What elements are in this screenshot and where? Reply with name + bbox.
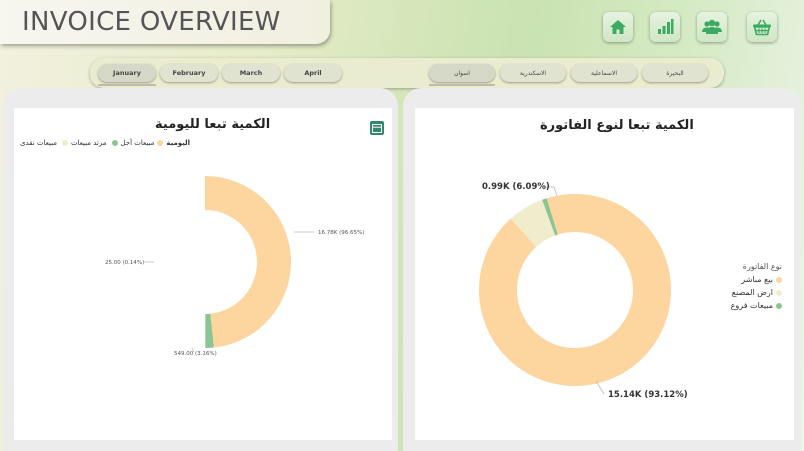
legend-item: مبيعات فروع <box>726 301 782 310</box>
right-chart-legend: نوع الفاتورة بيع مباشر ارض المصنع مبيعات… <box>726 262 782 310</box>
legend-swatch <box>776 289 782 296</box>
legend-item: ارض المصنع <box>726 288 782 297</box>
legend-title: نوع الفاتورة <box>742 262 782 271</box>
data-label: 15.14K (93.12%) <box>608 390 688 400</box>
legend-swatch <box>776 276 782 283</box>
data-label: 0.99K (6.09%) <box>482 182 550 192</box>
data-label-leader <box>595 380 605 395</box>
legend-item-label: ارض المصنع <box>731 288 773 297</box>
legend-swatch <box>776 302 782 309</box>
right-donut-chart: 15.14K (93.12%) 0.99K (6.09%) <box>479 182 688 400</box>
legend-item-label: مبيعات فروع <box>730 301 773 310</box>
legend-item: بيع مباشر <box>726 275 782 284</box>
donut-slice[interactable] <box>479 194 672 386</box>
legend-item-label: بيع مباشر <box>741 275 773 284</box>
